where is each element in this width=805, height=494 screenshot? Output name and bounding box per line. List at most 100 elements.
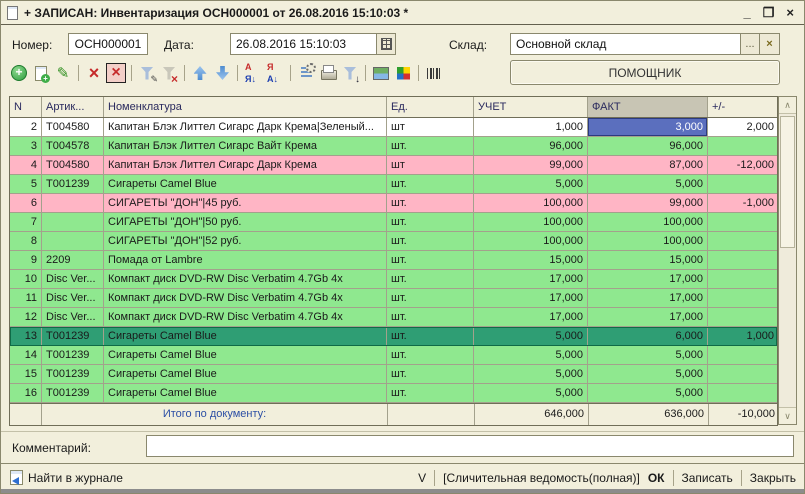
cell-plan[interactable]: 5,000 [474,327,588,345]
cell-unit[interactable]: шт [387,156,474,174]
cell-article[interactable] [42,194,104,212]
cell-article[interactable] [42,232,104,250]
cell-line-number[interactable]: 5 [10,175,42,193]
cell-unit[interactable]: шт. [387,213,474,231]
cell-unit[interactable]: шт. [387,384,474,402]
warehouse-select-button[interactable]: ... [740,33,760,55]
cell-article[interactable] [42,213,104,231]
cell-unit[interactable]: шт. [387,137,474,155]
table-row[interactable]: 16 Т001239 Сигареты Camel Blue шт. 5,000 5,00… [10,384,777,403]
cell-fact[interactable]: 15,000 [588,251,708,269]
cell-diff[interactable]: 2,000 [708,118,778,136]
column-header[interactable]: Номенклатура [104,97,387,117]
cell-nomenclature[interactable]: Сигареты Camel Blue [104,327,387,345]
cell-nomenclature[interactable]: Компакт диск DVD-RW Disc Verbatim 4.7Gb … [104,289,387,307]
cell-plan[interactable]: 5,000 [474,175,588,193]
cell-unit[interactable]: шт. [387,289,474,307]
cell-fact[interactable]: 6,000 [588,327,708,345]
table-row[interactable]: 12 Disc Ver... Компакт диск DVD-RW Disc Ve… [10,308,777,327]
cell-line-number[interactable]: 2 [10,118,42,136]
cell-fact[interactable]: 17,000 [588,308,708,326]
cell-plan[interactable]: 17,000 [474,308,588,326]
filter-settings-icon[interactable] [137,63,158,85]
column-header[interactable]: Ед. [387,97,474,117]
cell-plan[interactable]: 100,000 [474,213,588,231]
cell-line-number[interactable]: 6 [10,194,42,212]
move-up-icon[interactable] [190,63,210,83]
sort-asc-icon[interactable] [243,62,263,84]
cell-unit[interactable]: шт. [387,175,474,193]
add-icon[interactable] [9,63,29,83]
print-form-selector[interactable]: [Сличительная ведомость(полная)] [443,471,640,485]
cell-line-number[interactable]: 12 [10,308,42,326]
edit-icon[interactable] [53,63,73,83]
warehouse-clear-button[interactable]: × [760,33,780,55]
barcode-icon[interactable] [424,63,444,83]
cell-nomenclature[interactable]: СИГАРЕТЫ "ДОН"|45 руб. [104,194,387,212]
cell-fact[interactable]: 99,000 [588,194,708,212]
cell-fact[interactable]: 5,000 [588,175,708,193]
cell-diff[interactable] [708,270,778,288]
cell-line-number[interactable]: 11 [10,289,42,307]
cell-nomenclature[interactable]: Компакт диск DVD-RW Disc Verbatim 4.7Gb … [104,308,387,326]
cell-diff[interactable] [708,232,778,250]
list-settings-icon[interactable] [296,63,316,83]
cell-unit[interactable]: шт. [387,232,474,250]
cell-plan[interactable]: 17,000 [474,270,588,288]
cell-article[interactable]: Disc Ver... [42,308,104,326]
cell-fact[interactable]: 17,000 [588,270,708,288]
cell-nomenclature[interactable]: СИГАРЕТЫ "ДОН"|52 руб. [104,232,387,250]
cell-unit[interactable]: шт [387,118,474,136]
table-row[interactable]: 13 Т001239 Сигареты Camel Blue шт. 5,000 6,00… [10,327,777,346]
column-header[interactable]: N [10,97,42,117]
cell-line-number[interactable]: 4 [10,156,42,174]
cell-nomenclature[interactable]: Капитан Блэк Литтел Сигарс Дарк Крема|Зе… [104,118,387,136]
delete-marked-icon[interactable] [106,63,126,83]
copy-icon[interactable] [31,63,51,83]
cell-line-number[interactable]: 9 [10,251,42,269]
cell-diff[interactable]: -12,000 [708,156,778,174]
cell-fact[interactable]: 100,000 [588,232,708,250]
cell-line-number[interactable]: 10 [10,270,42,288]
cell-diff[interactable] [708,384,778,402]
cell-plan[interactable]: 100,000 [474,232,588,250]
cell-unit[interactable]: шт. [387,194,474,212]
cell-article[interactable]: Т004580 [42,156,104,174]
cell-diff[interactable] [708,251,778,269]
cell-unit[interactable]: шт. [387,327,474,345]
cell-line-number[interactable]: 14 [10,346,42,364]
cell-plan[interactable]: 17,000 [474,289,588,307]
cell-article[interactable]: Т001239 [42,384,104,402]
maximize-button[interactable]: ❐ [763,5,775,20]
cell-article[interactable]: Т004580 [42,118,104,136]
cell-diff[interactable] [708,346,778,364]
print-icon[interactable] [318,63,338,83]
warehouse-field[interactable] [510,33,740,55]
cell-unit[interactable]: шт. [387,251,474,269]
table-row[interactable]: 15 Т001239 Сигареты Camel Blue шт. 5,000 5,00… [10,365,777,384]
output-settings-icon[interactable] [340,63,360,85]
column-header[interactable]: ФАКТ [588,97,708,117]
cell-line-number[interactable]: 3 [10,137,42,155]
cell-fact[interactable]: 5,000 [588,346,708,364]
cell-nomenclature[interactable]: Сигареты Camel Blue [104,384,387,402]
column-header[interactable]: Артик... [42,97,104,117]
table-scrollbar[interactable]: ∧ ∨ [778,96,797,425]
cell-diff[interactable]: 1,000 [708,327,778,345]
cell-fact[interactable]: 96,000 [588,137,708,155]
table-row[interactable]: 11 Disc Ver... Компакт диск DVD-RW Disc Ve… [10,289,777,308]
image-icon[interactable] [371,63,391,83]
cell-unit[interactable]: шт. [387,270,474,288]
table-row[interactable]: 9 2209 Помада от Lambre шт. 15,000 15,000 [10,251,777,270]
find-in-journal-button[interactable]: Найти в журнале [28,471,123,485]
cell-fact[interactable]: 5,000 [588,384,708,402]
cell-plan[interactable]: 99,000 [474,156,588,174]
cell-line-number[interactable]: 16 [10,384,42,402]
cell-unit[interactable]: шт. [387,346,474,364]
table-row[interactable]: 4 Т004580 Капитан Блэк Литтел Сигарс Дарк … [10,156,777,175]
scroll-up-icon[interactable]: ∧ [779,97,796,114]
assistant-button[interactable]: ПОМОЩНИК [510,60,780,85]
delete-icon[interactable] [84,63,104,83]
move-down-icon[interactable] [212,63,232,83]
cell-line-number[interactable]: 7 [10,213,42,231]
